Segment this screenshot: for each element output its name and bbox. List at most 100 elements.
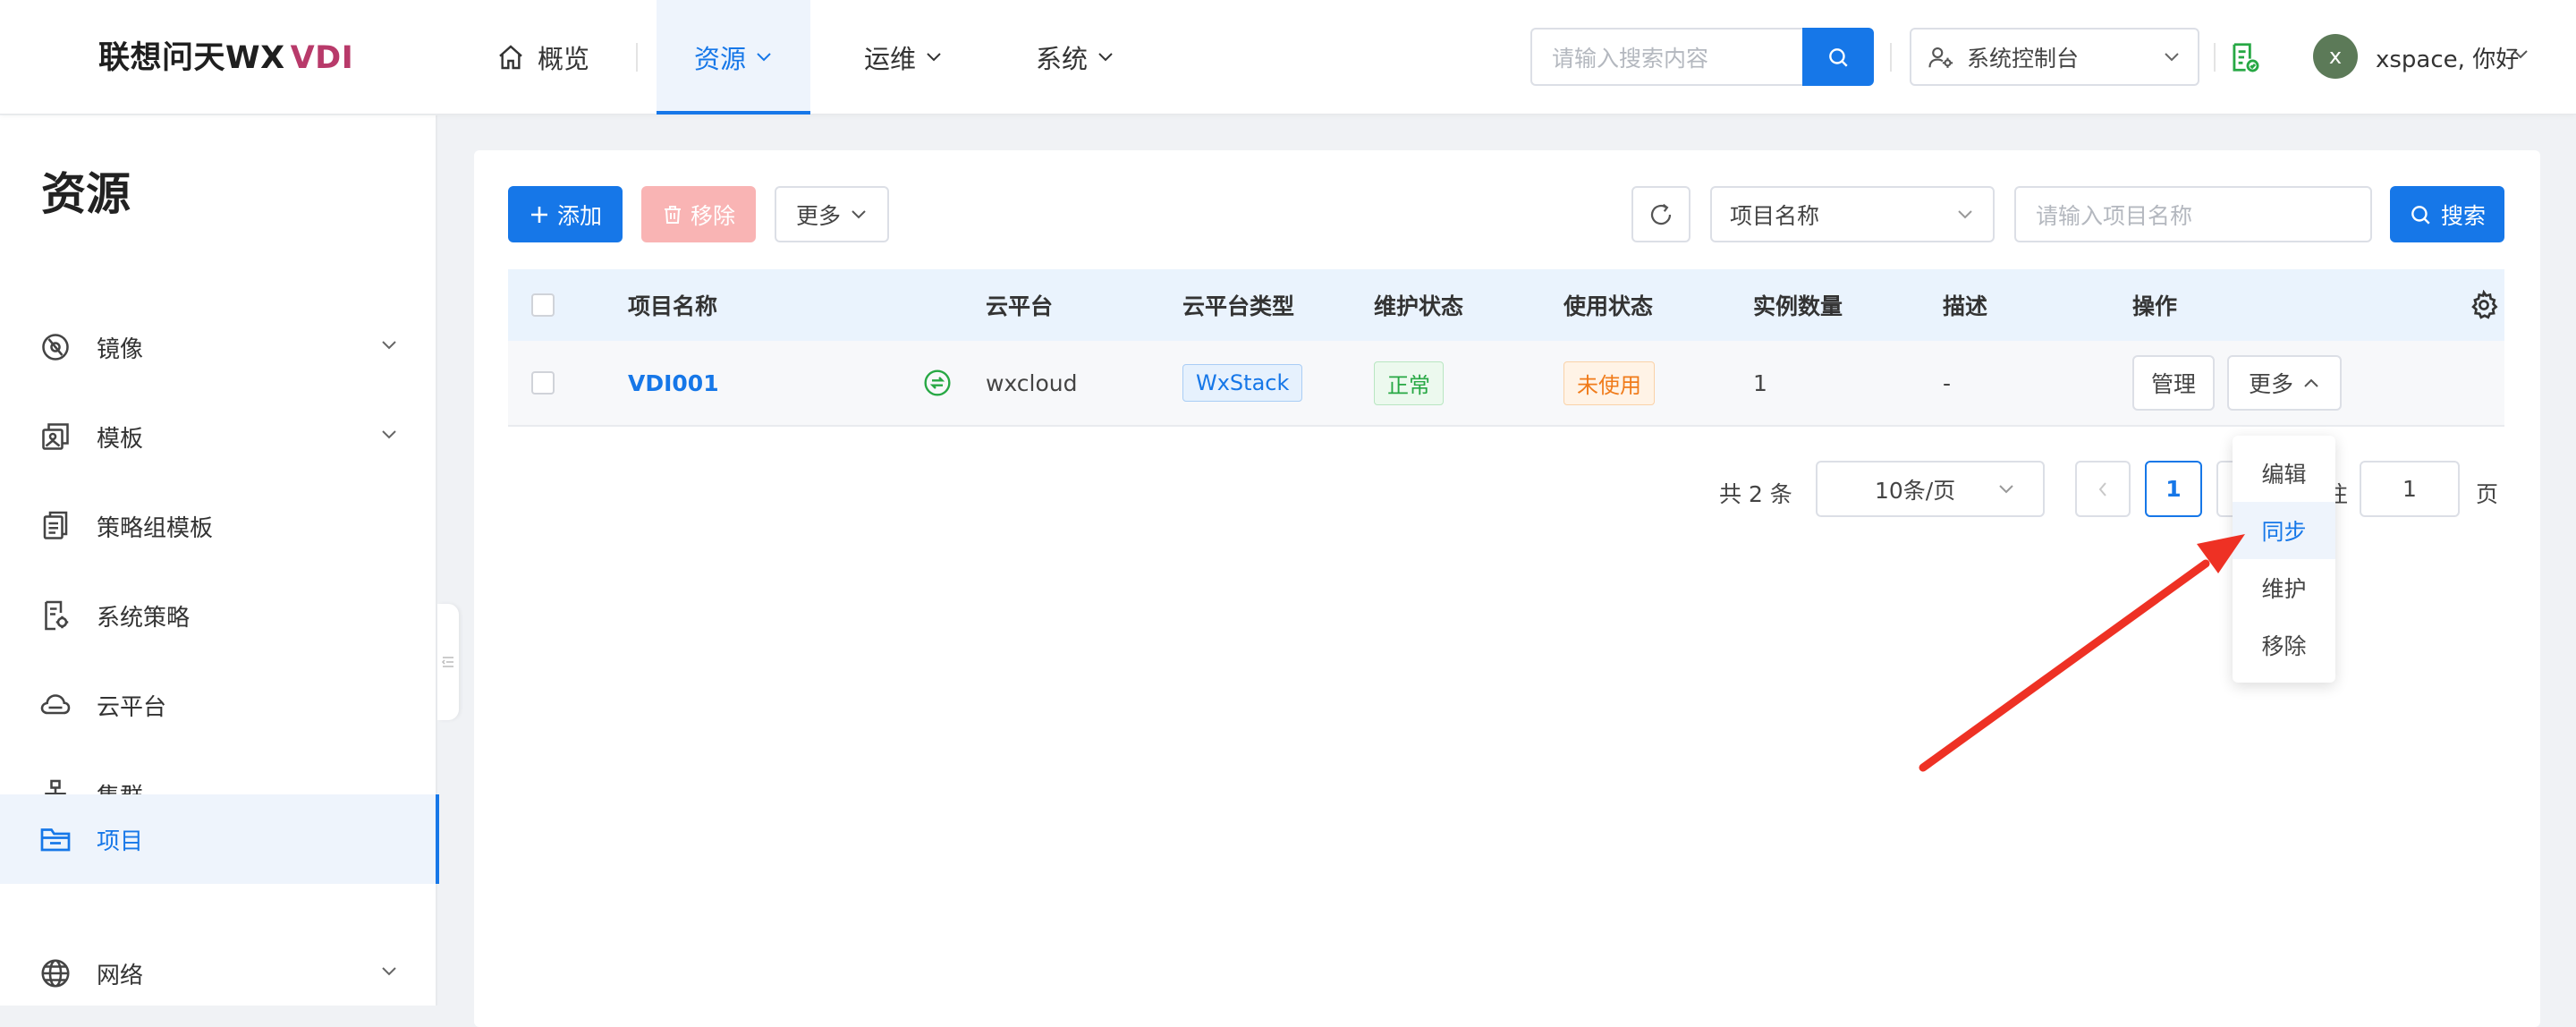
add-button-label: 添加: [556, 202, 602, 229]
usage-cell: 未使用: [1563, 341, 1655, 425]
sidebar-title: 资源: [41, 168, 131, 220]
nav-system[interactable]: 系统: [1036, 0, 1114, 115]
chevron-down-icon: [746, 52, 773, 63]
user-settings-icon: [1928, 44, 1954, 71]
folder-icon: [39, 823, 72, 855]
sidebar-item-label: 镜像: [97, 335, 144, 363]
sidebar-item-template[interactable]: 模板: [0, 392, 437, 481]
chevron-down-icon: [1955, 209, 1975, 220]
console-select-label: 系统控制台: [1967, 45, 2080, 72]
goto-suffix: 页: [2476, 481, 2499, 507]
menu-item-edit[interactable]: 编辑: [2233, 445, 2335, 502]
search-field-value: 项目名称: [1730, 202, 1820, 229]
policy-group-icon: [39, 510, 72, 542]
column-header[interactable]: 云平台类型: [1182, 269, 1294, 341]
maintenance-status-badge: 正常: [1374, 361, 1444, 405]
search-icon: [2409, 203, 2441, 226]
sidebar-item-project[interactable]: 项目: [0, 794, 439, 884]
more-button-label: 更多: [795, 202, 841, 229]
nav-operations-label: 运维: [864, 44, 917, 74]
column-header[interactable]: 操作: [2132, 269, 2177, 341]
gear-icon[interactable]: [2469, 269, 2499, 341]
column-header[interactable]: 云平台: [986, 269, 1053, 341]
platform-type-tag: WxStack: [1182, 364, 1303, 402]
collapse-icon: [441, 655, 455, 669]
top-header: 联想问天WX VDI 概览 资源 运维 系统 请输入搜索内容 系统控制台 x xs…: [0, 0, 2576, 115]
row-more-button[interactable]: 更多: [2227, 355, 2342, 411]
sidebar-item-label: 项目: [97, 828, 144, 855]
chevron-down-icon: [379, 340, 399, 351]
sync-status-icon: [923, 341, 952, 425]
more-actions-button[interactable]: 更多: [775, 186, 889, 242]
chevron-down-icon: [379, 429, 399, 440]
pagination-total: 共 2 条: [1719, 481, 1792, 507]
row-more-dropdown: 编辑 同步 维护 移除: [2233, 436, 2335, 683]
instance-count-cell: 1: [1753, 369, 1767, 396]
content-card: 添加 移除 更多 项目名称 请输入项目名称 搜索 项目名称 云平台 云平台类型 …: [474, 150, 2540, 1027]
menu-item-sync[interactable]: 同步: [2233, 502, 2335, 559]
sidebar-item-label: 网络: [97, 962, 144, 989]
menu-item-maintain[interactable]: 维护: [2233, 559, 2335, 616]
description-cell: -: [1943, 369, 1952, 396]
menu-item-remove[interactable]: 移除: [2233, 616, 2335, 674]
template-icon: [39, 420, 72, 453]
chevron-down-icon: [379, 966, 399, 977]
project-name-link[interactable]: VDI001: [628, 341, 719, 425]
search-placeholder: 请输入项目名称: [2036, 202, 2193, 229]
search-button-label: 搜索: [2440, 202, 2486, 229]
search-button[interactable]: 搜索: [2390, 186, 2504, 242]
chevron-down-icon[interactable]: [2511, 49, 2530, 60]
column-header[interactable]: 实例数量: [1753, 269, 1843, 341]
sidebar-item-label: 模板: [97, 425, 144, 453]
platform-type-cell: WxStack: [1182, 341, 1303, 425]
sidebar-item-cloud-platform[interactable]: 云平台: [0, 660, 437, 750]
avatar[interactable]: x: [2313, 34, 2358, 79]
remove-button[interactable]: 移除: [641, 186, 756, 242]
search-placeholder: 请输入搜索内容: [1552, 45, 1709, 72]
global-search-button[interactable]: [1802, 28, 1874, 86]
row-checkbox[interactable]: [531, 341, 555, 425]
select-all-checkbox[interactable]: [531, 269, 555, 341]
table-row: VDI001 wxcloud WxStack 正常 未使用 1 - 管理 更多: [508, 341, 2504, 427]
chevron-down-icon: [1996, 484, 2016, 495]
page-number-button[interactable]: 1: [2145, 461, 2202, 517]
column-header[interactable]: 项目名称: [628, 269, 717, 341]
project-name-search-input[interactable]: 请输入项目名称: [2014, 186, 2372, 242]
prev-page-button[interactable]: [2075, 461, 2131, 517]
goto-page-input[interactable]: 1: [2360, 461, 2460, 517]
sidebar-item-label: 云平台: [97, 693, 167, 721]
plus-icon: [529, 204, 557, 225]
sidebar-item-label: 策略组模板: [97, 514, 214, 542]
home-icon: [487, 43, 525, 72]
sidebar-item-image[interactable]: 镜像: [0, 302, 437, 392]
app-logo[interactable]: 联想问天WX VDI: [98, 32, 353, 78]
nav-overview[interactable]: 概览: [487, 0, 589, 115]
sidebar-item-label: 系统策略: [97, 604, 191, 632]
global-search-input[interactable]: 请输入搜索内容: [1530, 28, 1804, 86]
search-field-select[interactable]: 项目名称: [1710, 186, 1995, 242]
report-icon[interactable]: [2227, 40, 2261, 74]
page-size-select[interactable]: 10条/页: [1816, 461, 2045, 517]
column-header[interactable]: 描述: [1943, 269, 1987, 341]
trash-icon: [662, 204, 691, 225]
maintenance-cell: 正常: [1374, 341, 1444, 425]
column-header[interactable]: 使用状态: [1563, 269, 1653, 341]
refresh-button[interactable]: [1631, 186, 1690, 242]
platform-cell: wxcloud: [986, 369, 1078, 396]
cloud-icon: [39, 689, 72, 721]
sidebar-item-policy-group[interactable]: 策略组模板: [0, 481, 437, 571]
nav-operations[interactable]: 运维: [864, 0, 943, 115]
add-button[interactable]: 添加: [508, 186, 623, 242]
sidebar-collapse-handle[interactable]: [437, 604, 459, 720]
manage-button[interactable]: 管理: [2132, 355, 2215, 411]
console-select[interactable]: 系统控制台: [1910, 28, 2199, 86]
chevron-left-icon: [2097, 480, 2108, 498]
logo-accent: VDI: [290, 40, 354, 76]
nav-resources[interactable]: 资源: [657, 0, 810, 115]
column-header[interactable]: 维护状态: [1374, 269, 1463, 341]
user-greeting[interactable]: xspace, 你好: [2376, 41, 2519, 74]
project-name: VDI001: [628, 369, 719, 396]
sidebar-item-network[interactable]: 网络: [0, 929, 437, 1018]
sidebar-item-system-policy[interactable]: 系统策略: [0, 571, 437, 660]
table-header: 项目名称 云平台 云平台类型 维护状态 使用状态 实例数量 描述 操作: [508, 269, 2504, 341]
